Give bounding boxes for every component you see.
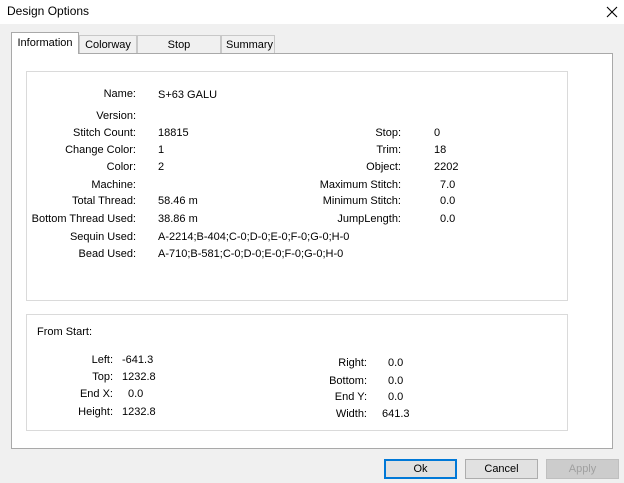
information-panel: Name: S+63 GALU Version: Stitch Count: 1… (11, 53, 613, 449)
change-color-value: 1 (158, 144, 165, 156)
height-value: 1232.8 (122, 406, 156, 418)
color-label: Color: (106, 161, 136, 173)
stop-label: Stop: (375, 127, 401, 139)
top-value: 1232.8 (122, 371, 156, 383)
apply-button[interactable]: Apply (546, 459, 619, 479)
jump-length-value: 0.0 (440, 213, 456, 225)
trim-label: Trim: (376, 144, 401, 156)
close-button[interactable] (600, 0, 624, 24)
jump-length-label: JumpLength: (337, 213, 401, 225)
from-start-heading: From Start: (37, 326, 93, 338)
change-color-label: Change Color: (65, 144, 136, 156)
object-value: 2202 (434, 161, 459, 173)
stop-value: 0 (434, 127, 441, 139)
close-icon (606, 6, 618, 18)
machine-label: Machine: (91, 179, 136, 191)
bead-value: A-710;B-581;C-0;D-0;E-0;F-0;G-0;H-0 (158, 248, 344, 260)
width-value: 641.3 (382, 408, 410, 420)
width-label: Width: (335, 408, 367, 420)
height-label: Height: (78, 406, 113, 418)
sequin-label: Sequin Used: (69, 231, 136, 243)
bead-label: Bead Used: (78, 248, 136, 260)
color-value: 2 (158, 161, 165, 173)
stitch-count-value: 18815 (158, 127, 189, 139)
right-value: 0.0 (388, 357, 404, 369)
name-value: S+63 GALU (158, 89, 218, 101)
bottom-thread-value: 38.86 m (158, 213, 198, 225)
cancel-button[interactable]: Cancel (465, 459, 538, 479)
tab-information[interactable]: Information (11, 32, 79, 54)
total-thread-label: Total Thread: (71, 195, 136, 207)
bottom-thread-label: Bottom Thread Used: (31, 213, 136, 225)
end-y-value: 0.0 (388, 391, 404, 403)
minimum-stitch-label: Minimum Stitch: (322, 195, 401, 207)
name-label: Name: (103, 88, 136, 100)
maximum-stitch-label: Maximum Stitch: (319, 179, 401, 191)
window-title: Design Options (7, 4, 90, 18)
end-x-value: 0.0 (128, 388, 144, 400)
tab-stop-sequence[interactable]: Stop Sequence (137, 35, 221, 69)
top-label: Top: (92, 371, 113, 383)
minimum-stitch-value: 0.0 (440, 195, 456, 207)
title-bar: Design Options (0, 0, 624, 24)
total-thread-value: 58.46 m (158, 195, 198, 207)
sequin-value: A-2214;B-404;C-0;D-0;E-0;F-0;G-0;H-0 (158, 231, 350, 243)
trim-value: 18 (434, 144, 447, 156)
object-label: Object: (366, 161, 401, 173)
stitch-count-label: Stitch Count: (73, 127, 136, 139)
bottom-value: 0.0 (388, 375, 404, 387)
ok-button[interactable]: Ok (384, 459, 457, 479)
tab-colorway[interactable]: Colorway (79, 35, 137, 53)
end-x-label: End X: (79, 388, 113, 400)
bottom-label: Bottom: (329, 375, 367, 387)
from-start-group: From Start: Left: -641.3 Top: 1232.8 End… (26, 314, 568, 431)
tab-summary[interactable]: Summary (221, 35, 275, 53)
left-value: -641.3 (122, 354, 154, 366)
end-y-label: End Y: (334, 391, 367, 403)
right-label: Right: (338, 357, 367, 369)
design-info-group: Name: S+63 GALU Version: Stitch Count: 1… (26, 71, 568, 301)
version-label: Version: (96, 110, 136, 122)
left-label: Left: (91, 354, 113, 366)
maximum-stitch-value: 7.0 (440, 179, 456, 191)
